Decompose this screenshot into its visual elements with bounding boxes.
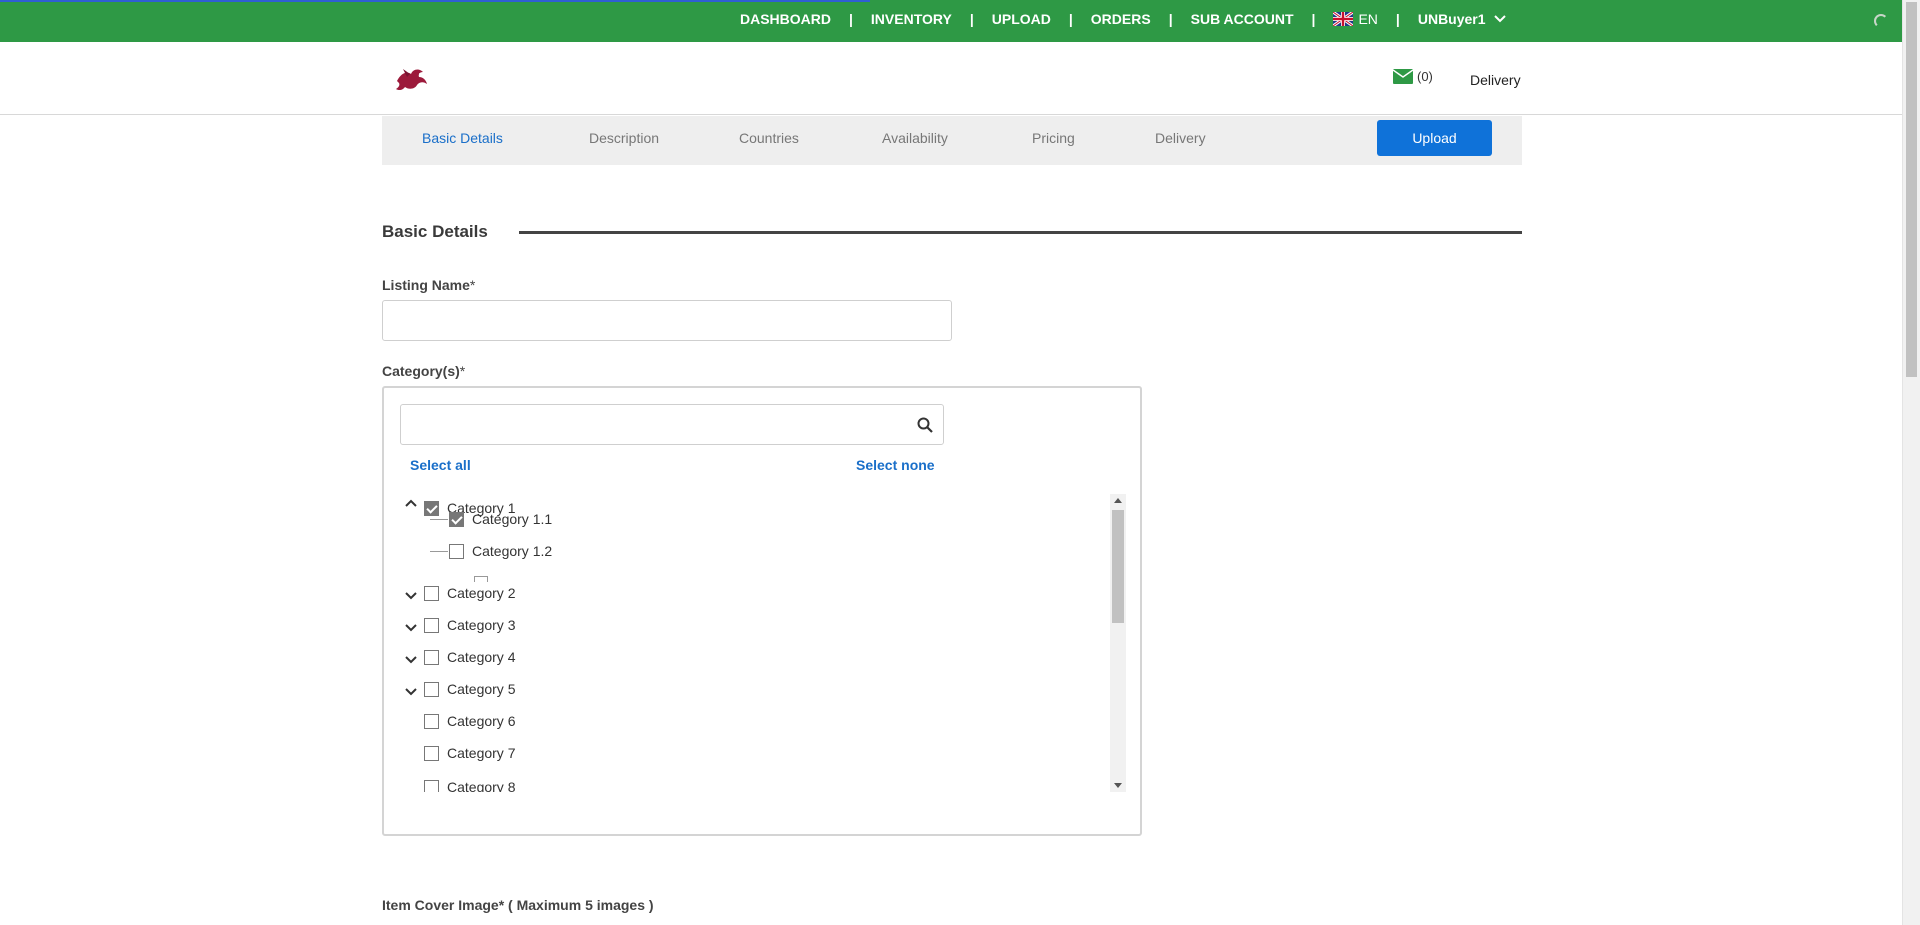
tree-connector — [430, 551, 448, 552]
listing-name-input[interactable] — [382, 300, 952, 341]
user-name: UNBuyer1 — [1417, 11, 1486, 27]
page-scrollbar[interactable] — [1902, 0, 1920, 925]
category-checkbox[interactable] — [449, 511, 464, 527]
category-label: Category 6 — [447, 713, 516, 729]
envelope-icon — [1393, 69, 1413, 84]
required-mark: * — [469, 277, 476, 293]
chevron-down-icon[interactable] — [404, 684, 418, 698]
category-tree-scrollbar[interactable] — [1110, 494, 1126, 792]
tree-node: Category 8 — [424, 777, 515, 792]
section-divider — [519, 231, 1522, 234]
top-nav-bar: DASHBOARD | INVENTORY | UPLOAD | ORDERS … — [0, 0, 1902, 42]
category-label: Category 7 — [447, 745, 516, 761]
nav-sub-account[interactable]: SUB ACCOUNT — [1191, 11, 1294, 27]
language-selector[interactable]: EN — [1333, 11, 1378, 27]
tree-node: Category 3 — [424, 615, 515, 635]
tab-pricing[interactable]: Pricing — [1032, 116, 1075, 165]
listing-name-label-row: Listing Name* — [382, 277, 475, 293]
chevron-down-icon — [1493, 15, 1506, 23]
tree-node: Category 1.2 — [449, 541, 552, 561]
category-search-input[interactable] — [400, 404, 944, 445]
nav-separator: | — [1168, 11, 1173, 27]
messages-link[interactable]: (0) — [1393, 69, 1433, 84]
tree-node: Category 5 — [424, 679, 515, 699]
nav-upload[interactable]: UPLOAD — [992, 11, 1051, 27]
search-icon[interactable] — [917, 417, 933, 433]
chevron-up-icon[interactable] — [404, 496, 418, 510]
chevron-down-icon[interactable] — [404, 652, 418, 666]
upload-steps: Basic Details Description Countries Avai… — [382, 116, 1522, 165]
nav-separator: | — [1068, 11, 1073, 27]
nav-dashboard[interactable]: DASHBOARD — [740, 11, 831, 27]
nav-orders[interactable]: ORDERS — [1091, 11, 1151, 27]
chevron-down-icon[interactable] — [404, 588, 418, 602]
header-delivery-link[interactable]: Delivery — [1470, 72, 1521, 88]
nav-separator: | — [969, 11, 974, 27]
tree-node: Category 6 — [424, 711, 515, 731]
category-checkbox[interactable] — [424, 649, 439, 665]
tree-node: Category 4 — [424, 647, 515, 667]
nav-separator: | — [849, 11, 853, 27]
nav-separator: | — [1395, 11, 1400, 27]
category-tree-list: Category 1 Category 1.1 Category 1.2 Cat… — [400, 494, 1108, 792]
section-title: Basic Details — [382, 222, 488, 241]
category-checkbox[interactable] — [424, 779, 439, 792]
category-label: Category 5 — [447, 681, 516, 697]
tree-node: Category 1.1 — [449, 509, 552, 529]
site-header: (0) Delivery — [0, 42, 1902, 115]
category-checkbox[interactable] — [424, 617, 439, 633]
chevron-down-icon[interactable] — [404, 620, 418, 634]
loading-spinner-icon — [1874, 14, 1888, 28]
tab-countries[interactable]: Countries — [739, 116, 799, 165]
category-checkbox[interactable] — [424, 500, 439, 516]
listing-name-label: Listing Name — [382, 277, 470, 293]
category-label: Category(s) — [382, 363, 460, 379]
category-label: Category 4 — [447, 649, 516, 665]
scroll-up-arrow-icon[interactable] — [1114, 498, 1122, 503]
category-checkbox[interactable] — [424, 585, 439, 601]
category-tree-scrollbar-thumb[interactable] — [1112, 510, 1124, 623]
nav-inventory[interactable]: INVENTORY — [871, 11, 952, 27]
cover-image-hint: ( Maximum 5 images ) — [504, 897, 654, 913]
category-label: Category 8 — [447, 779, 516, 792]
category-label: Category 1.2 — [472, 543, 553, 559]
tab-description[interactable]: Description — [589, 116, 659, 165]
tab-basic-details[interactable]: Basic Details — [422, 116, 503, 165]
page-scrollbar-thumb[interactable] — [1906, 2, 1917, 377]
tree-node: Category 7 — [424, 743, 515, 763]
category-picker: Select all Select none Category 1 Catego… — [382, 386, 1142, 836]
user-menu[interactable]: UNBuyer1 — [1418, 11, 1506, 27]
category-checkbox[interactable] — [424, 745, 439, 761]
category-tree: Category 1 Category 1.1 Category 1.2 Cat… — [400, 494, 1126, 792]
tree-node: Category 2 — [424, 583, 515, 603]
category-label-row: Category(s)* — [382, 363, 465, 379]
category-label: Category 3 — [447, 617, 516, 633]
nav-separator: | — [1311, 11, 1316, 27]
partial-child-checkbox — [474, 576, 488, 582]
category-checkbox[interactable] — [449, 543, 464, 559]
category-checkbox[interactable] — [424, 713, 439, 729]
tab-delivery[interactable]: Delivery — [1155, 116, 1206, 165]
dragon-logo-icon[interactable] — [393, 65, 429, 93]
message-count: (0) — [1417, 69, 1433, 84]
language-code: EN — [1358, 11, 1378, 27]
tree-connector — [430, 519, 448, 520]
required-mark: * — [459, 363, 466, 379]
cover-image-label: Item Cover Image — [382, 897, 499, 913]
top-nav: DASHBOARD | INVENTORY | UPLOAD | ORDERS … — [740, 0, 1506, 38]
scroll-down-arrow-icon[interactable] — [1114, 783, 1122, 788]
category-label: Category 2 — [447, 585, 516, 601]
category-label: Category 1.1 — [472, 511, 553, 527]
cover-image-label-row: Item Cover Image* ( Maximum 5 images ) — [382, 897, 654, 913]
tab-availability[interactable]: Availability — [882, 116, 948, 165]
select-all-link[interactable]: Select all — [410, 457, 471, 473]
uk-flag-icon — [1333, 12, 1354, 26]
select-none-link[interactable]: Select none — [856, 457, 935, 473]
category-checkbox[interactable] — [424, 681, 439, 697]
upload-button[interactable]: Upload — [1377, 120, 1492, 156]
